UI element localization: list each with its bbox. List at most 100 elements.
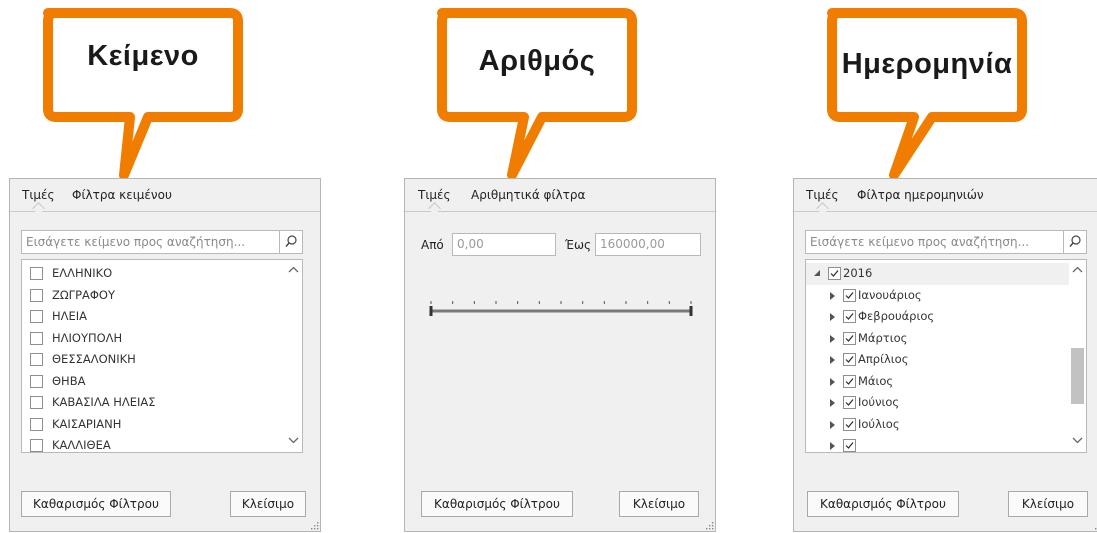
search-input[interactable]	[22, 231, 280, 253]
month-label: Ιανουάριος	[858, 287, 922, 302]
from-input[interactable]: 0,00	[452, 233, 556, 256]
month-label: Μάιος	[858, 373, 894, 388]
list-item-label: ΖΩΓΡΑΦΟΥ	[52, 287, 116, 302]
checkbox[interactable]	[30, 267, 43, 280]
callout-number-bubble	[437, 8, 637, 180]
checkbox-checked[interactable]	[843, 353, 856, 366]
checkbox[interactable]	[30, 439, 43, 452]
checkbox-checked[interactable]	[843, 439, 856, 452]
checkmark-icon	[845, 291, 854, 299]
tree-month-node[interactable]: Ιούλιος	[806, 414, 1070, 436]
clear-filter-button[interactable]: Καθαρισμός Φίλτρου	[21, 491, 171, 517]
checkbox-checked[interactable]	[843, 331, 856, 345]
close-button[interactable]: Κλείσιμο	[619, 491, 699, 517]
list-item-label: ΚΑΛΛΙΘΕΑ	[52, 438, 111, 452]
scroll-up-icon[interactable]	[1072, 266, 1083, 273]
tab-values[interactable]: Τιμές	[22, 188, 55, 202]
tab-values[interactable]: Τιμές	[418, 188, 451, 202]
checkbox-checked[interactable]	[843, 396, 856, 409]
tree-month-node[interactable]: Μάρτιος	[806, 328, 1070, 350]
month-label: Απρίλιος	[858, 352, 909, 366]
search-button[interactable]	[279, 231, 302, 253]
scroll-down-icon[interactable]	[288, 437, 299, 444]
tab-number-filters[interactable]: Αριθμητικά φίλτρα	[471, 188, 585, 202]
text-filter-panel: Τιμές Φίλτρα κειμένου ΕΛΛΗΝΙΚΟ ΖΩΓΡΑΦΟΥ …	[9, 178, 321, 532]
date-filter-panel: Τιμές Φίλτρα ημερομηνιών 2016 Ιανουάριος…	[793, 178, 1097, 532]
checkbox-checked[interactable]	[843, 310, 856, 323]
list-item[interactable]: ΚΑΙΣΑΡΙΑΝΗ	[22, 414, 284, 436]
collapsed-arrow-icon[interactable]	[829, 355, 837, 365]
list-item[interactable]: ΚΑΛΛΙΘΕΑ	[22, 435, 284, 452]
resize-grip-icon[interactable]	[310, 521, 319, 530]
checkmark-icon	[845, 399, 854, 406]
checkbox[interactable]	[30, 331, 43, 345]
vertical-scrollbar[interactable]	[285, 260, 302, 452]
checkbox[interactable]	[30, 288, 43, 302]
tab-date-filters[interactable]: Φίλτρα ημερομηνιών	[857, 188, 984, 202]
clear-filter-button[interactable]: Καθαρισμός Φίλτρου	[807, 491, 959, 517]
checkbox-checked[interactable]	[843, 417, 856, 431]
collapsed-arrow-icon[interactable]	[829, 441, 837, 451]
tree-month-node[interactable]: Απρίλιος	[806, 349, 1070, 371]
search-icon	[1069, 235, 1081, 247]
to-input[interactable]: 160000,00	[595, 233, 701, 256]
checkbox-checked[interactable]	[828, 267, 841, 280]
close-button[interactable]: Κλείσιμο	[230, 491, 306, 517]
tree-month-node[interactable]: Ιούνιος	[806, 392, 1070, 414]
collapsed-arrow-icon[interactable]	[829, 420, 837, 430]
checkmark-icon	[845, 313, 854, 320]
scroll-up-icon[interactable]	[288, 266, 299, 273]
tab-values[interactable]: Τιμές	[806, 188, 839, 202]
checkbox[interactable]	[30, 310, 43, 323]
date-tree[interactable]: 2016 Ιανουάριος Φεβρουάριος Μάρτιος Απρί…	[805, 259, 1087, 453]
month-label: Ιούνιος	[858, 395, 900, 409]
list-item[interactable]: ΘΕΣΣΑΛΟΝΙΚΗ	[22, 349, 284, 371]
list-item[interactable]: ΗΛΙΟΥΠΟΛΗ	[22, 328, 284, 350]
clear-filter-button[interactable]: Καθαρισμός Φίλτρου	[421, 491, 573, 517]
month-label: Μάρτιος	[858, 330, 908, 345]
list-item[interactable]: ΕΛΛΗΝΙΚΟ	[22, 263, 284, 285]
tree-year-node[interactable]: 2016	[806, 263, 1070, 285]
close-button[interactable]: Κλείσιμο	[1008, 491, 1088, 517]
collapsed-arrow-icon[interactable]	[829, 334, 837, 344]
list-item[interactable]: ΚΑΒΑΣΙΛΑ ΗΛΕΙΑΣ	[22, 392, 284, 414]
search-input[interactable]	[806, 231, 1064, 253]
collapsed-arrow-icon[interactable]	[829, 398, 837, 408]
list-item-label: ΕΛΛΗΝΙΚΟ	[52, 266, 113, 280]
values-list[interactable]: ΕΛΛΗΝΙΚΟ ΖΩΓΡΑΦΟΥ ΗΛΕΙΑ ΗΛΙΟΥΠΟΛΗ ΘΕΣΣΑΛ…	[21, 259, 303, 453]
list-item[interactable]: ΗΛΕΙΑ	[22, 306, 284, 328]
tree-month-node-partial[interactable]	[806, 435, 1070, 452]
slider-thumb-min[interactable]	[429, 306, 433, 316]
callout-label-number: Αριθμός	[478, 45, 596, 77]
tab-text-filters[interactable]: Φίλτρα κειμένου	[72, 188, 172, 202]
checkbox-checked[interactable]	[843, 374, 856, 388]
checkbox[interactable]	[30, 417, 43, 431]
resize-grip-icon[interactable]	[705, 521, 714, 530]
list-item-label: ΚΑΒΑΣΙΛΑ ΗΛΕΙΑΣ	[52, 395, 156, 409]
list-item[interactable]: ΖΩΓΡΑΦΟΥ	[22, 285, 284, 307]
search-button[interactable]	[1063, 231, 1086, 253]
to-label: Έως	[565, 238, 592, 252]
checkbox[interactable]	[30, 396, 43, 409]
list-item-label: ΘΗΒΑ	[52, 373, 86, 388]
checkbox-checked[interactable]	[843, 288, 856, 302]
tab-strip: Τιμές Φίλτρα κειμένου	[10, 179, 320, 212]
expanded-arrow-icon[interactable]	[813, 269, 821, 277]
month-label: Ιούλιος	[858, 416, 900, 431]
tree-month-node[interactable]: Μάιος	[806, 371, 1070, 393]
tree-month-node[interactable]: Φεβρουάριος	[806, 306, 1070, 328]
scroll-down-icon[interactable]	[1072, 437, 1083, 444]
range-slider[interactable]	[427, 297, 697, 319]
collapsed-arrow-icon[interactable]	[829, 291, 837, 301]
callout-label-date: Ημερομηνία	[841, 48, 1013, 80]
checkbox[interactable]	[30, 374, 43, 388]
checkbox[interactable]	[30, 353, 43, 366]
list-item[interactable]: ΘΗΒΑ	[22, 371, 284, 393]
collapsed-arrow-icon[interactable]	[829, 377, 837, 387]
collapsed-arrow-icon[interactable]	[829, 312, 837, 322]
scrollbar-thumb[interactable]	[1071, 348, 1084, 404]
vertical-scrollbar[interactable]	[1069, 260, 1086, 452]
list-item-label: ΚΑΙΣΑΡΙΑΝΗ	[52, 416, 122, 431]
tree-month-node[interactable]: Ιανουάριος	[806, 285, 1070, 307]
slider-thumb-max[interactable]	[689, 306, 693, 316]
